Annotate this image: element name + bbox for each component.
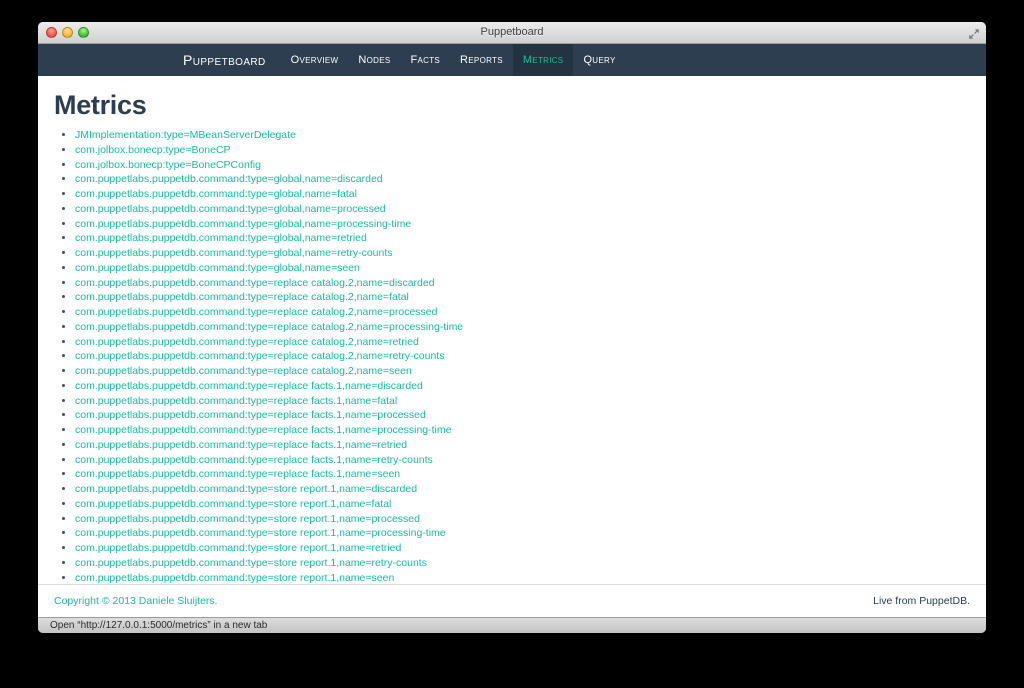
metric-link[interactable]: com.puppetlabs.puppetdb.command:type=glo… <box>75 188 357 200</box>
nav-item-facts[interactable]: Facts <box>400 44 450 76</box>
metric-list-item: com.jolbox.bonecp:type=BoneCPConfig <box>75 158 970 173</box>
footer: Copyright © 2013 Daniele Sluijters. Live… <box>38 584 986 617</box>
fullscreen-icon[interactable] <box>968 27 980 39</box>
zoom-button[interactable] <box>78 27 89 38</box>
metric-list-item: com.puppetlabs.puppetdb.command:type=sto… <box>75 512 970 527</box>
status-bar: Open “http://127.0.0.1:5000/metrics” in … <box>38 617 986 633</box>
main-area: Metrics JMImplementation:type=MBeanServe… <box>38 76 986 584</box>
status-text: Open “http://127.0.0.1:5000/metrics” in … <box>50 620 268 631</box>
metric-list-item: com.puppetlabs.puppetdb.command:type=sto… <box>75 571 970 585</box>
metric-list-item: com.puppetlabs.puppetdb.command:type=rep… <box>75 320 970 335</box>
metric-link[interactable]: com.puppetlabs.puppetdb.command:type=sto… <box>75 513 420 525</box>
metric-list-item: com.puppetlabs.puppetdb.command:type=glo… <box>75 172 970 187</box>
metric-list-item: com.puppetlabs.puppetdb.command:type=sto… <box>75 526 970 541</box>
metric-link[interactable]: com.puppetlabs.puppetdb.command:type=rep… <box>75 468 400 480</box>
navbar: Puppetboard Overview Nodes Facts Reports… <box>38 44 986 76</box>
metric-link[interactable]: com.puppetlabs.puppetdb.command:type=sto… <box>75 557 427 569</box>
metric-link[interactable]: com.puppetlabs.puppetdb.command:type=rep… <box>75 365 412 377</box>
metric-link[interactable]: com.jolbox.bonecp:type=BoneCP <box>75 144 231 156</box>
metric-list-item: com.puppetlabs.puppetdb.command:type=sto… <box>75 482 970 497</box>
metric-link[interactable]: com.puppetlabs.puppetdb.command:type=sto… <box>75 498 391 510</box>
metric-list-item: com.puppetlabs.puppetdb.command:type=rep… <box>75 453 970 468</box>
metric-list-item: com.puppetlabs.puppetdb.command:type=rep… <box>75 349 970 364</box>
metric-list-item: com.puppetlabs.puppetdb.command:type=sto… <box>75 541 970 556</box>
metric-list-item: com.puppetlabs.puppetdb.command:type=rep… <box>75 394 970 409</box>
metric-list-item: com.puppetlabs.puppetdb.command:type=rep… <box>75 467 970 482</box>
metric-list-item: com.puppetlabs.puppetdb.command:type=glo… <box>75 202 970 217</box>
metric-list-item: com.puppetlabs.puppetdb.command:type=rep… <box>75 423 970 438</box>
metric-link[interactable]: com.puppetlabs.puppetdb.command:type=rep… <box>75 380 423 392</box>
metric-link[interactable]: com.jolbox.bonecp:type=BoneCPConfig <box>75 159 261 171</box>
metric-list-item: com.puppetlabs.puppetdb.command:type=glo… <box>75 187 970 202</box>
metric-link[interactable]: com.puppetlabs.puppetdb.command:type=glo… <box>75 232 367 244</box>
metric-link[interactable]: com.puppetlabs.puppetdb.command:type=glo… <box>75 247 393 259</box>
metric-list-item: com.puppetlabs.puppetdb.command:type=glo… <box>75 231 970 246</box>
metric-list-item: com.puppetlabs.puppetdb.command:type=rep… <box>75 364 970 379</box>
navbar-brand[interactable]: Puppetboard <box>183 44 266 76</box>
metric-link[interactable]: com.puppetlabs.puppetdb.command:type=rep… <box>75 409 426 421</box>
metric-list-item: com.puppetlabs.puppetdb.command:type=rep… <box>75 305 970 320</box>
metric-list-item: JMImplementation:type=MBeanServerDelegat… <box>75 128 970 143</box>
metric-link[interactable]: com.puppetlabs.puppetdb.command:type=rep… <box>75 424 451 436</box>
window-title: Puppetboard <box>480 26 544 38</box>
metric-link[interactable]: com.puppetlabs.puppetdb.command:type=glo… <box>75 203 386 215</box>
metric-link[interactable]: com.puppetlabs.puppetdb.command:type=rep… <box>75 321 463 333</box>
metrics-list: JMImplementation:type=MBeanServerDelegat… <box>54 128 970 584</box>
metric-link[interactable]: com.puppetlabs.puppetdb.command:type=sto… <box>75 483 417 495</box>
metric-list-item: com.puppetlabs.puppetdb.command:type=rep… <box>75 335 970 350</box>
metric-list-item: com.puppetlabs.puppetdb.command:type=sto… <box>75 556 970 571</box>
metric-link[interactable]: com.puppetlabs.puppetdb.command:type=rep… <box>75 454 433 466</box>
page-content: Metrics JMImplementation:type=MBeanServe… <box>38 76 986 617</box>
nav-item-query[interactable]: Query <box>573 44 625 76</box>
metric-list-item: com.puppetlabs.puppetdb.command:type=glo… <box>75 217 970 232</box>
metric-link[interactable]: com.puppetlabs.puppetdb.command:type=rep… <box>75 291 409 303</box>
metric-link[interactable]: com.puppetlabs.puppetdb.command:type=rep… <box>75 336 419 348</box>
metric-list-item: com.puppetlabs.puppetdb.command:type=rep… <box>75 379 970 394</box>
metric-link[interactable]: com.puppetlabs.puppetdb.command:type=sto… <box>75 572 394 584</box>
desktop-background: Puppetboard Puppetboard Overview Nodes F… <box>0 0 1024 688</box>
page-title: Metrics <box>54 90 147 120</box>
nav-item-nodes[interactable]: Nodes <box>348 44 400 76</box>
metric-link[interactable]: JMImplementation:type=MBeanServerDelegat… <box>75 129 296 141</box>
metric-link[interactable]: com.puppetlabs.puppetdb.command:type=rep… <box>75 395 397 407</box>
live-from-puppetdb-label: Live from PuppetDB. <box>873 595 970 607</box>
metric-list-item: com.puppetlabs.puppetdb.command:type=rep… <box>75 438 970 453</box>
metric-link[interactable]: com.puppetlabs.puppetdb.command:type=sto… <box>75 542 401 554</box>
traffic-lights <box>46 27 89 38</box>
metric-link[interactable]: com.puppetlabs.puppetdb.command:type=glo… <box>75 262 360 274</box>
metric-link[interactable]: com.puppetlabs.puppetdb.command:type=rep… <box>75 439 407 451</box>
close-button[interactable] <box>46 27 57 38</box>
metric-link[interactable]: com.puppetlabs.puppetdb.command:type=rep… <box>75 277 435 289</box>
metric-link[interactable]: com.puppetlabs.puppetdb.command:type=glo… <box>75 218 411 230</box>
window-titlebar[interactable]: Puppetboard <box>38 22 986 44</box>
app-window: Puppetboard Puppetboard Overview Nodes F… <box>38 22 986 633</box>
metric-link[interactable]: com.puppetlabs.puppetdb.command:type=glo… <box>75 173 383 185</box>
metric-link[interactable]: com.puppetlabs.puppetdb.command:type=rep… <box>75 350 444 362</box>
metric-list-item: com.jolbox.bonecp:type=BoneCP <box>75 143 970 158</box>
nav-item-metrics[interactable]: Metrics <box>512 44 574 76</box>
metric-list-item: com.puppetlabs.puppetdb.command:type=rep… <box>75 408 970 423</box>
metric-list-item: com.puppetlabs.puppetdb.command:type=sto… <box>75 497 970 512</box>
nav-item-overview[interactable]: Overview <box>281 44 349 76</box>
metric-list-item: com.puppetlabs.puppetdb.command:type=rep… <box>75 290 970 305</box>
metric-list-item: com.puppetlabs.puppetdb.command:type=glo… <box>75 261 970 276</box>
metric-link[interactable]: com.puppetlabs.puppetdb.command:type=sto… <box>75 527 446 539</box>
metric-list-item: com.puppetlabs.puppetdb.command:type=rep… <box>75 276 970 291</box>
metric-link[interactable]: com.puppetlabs.puppetdb.command:type=rep… <box>75 306 438 318</box>
nav-item-reports[interactable]: Reports <box>450 44 513 76</box>
metric-list-item: com.puppetlabs.puppetdb.command:type=glo… <box>75 246 970 261</box>
minimize-button[interactable] <box>62 27 73 38</box>
copyright-link[interactable]: Copyright © 2013 Daniele Sluijters. <box>54 595 218 607</box>
